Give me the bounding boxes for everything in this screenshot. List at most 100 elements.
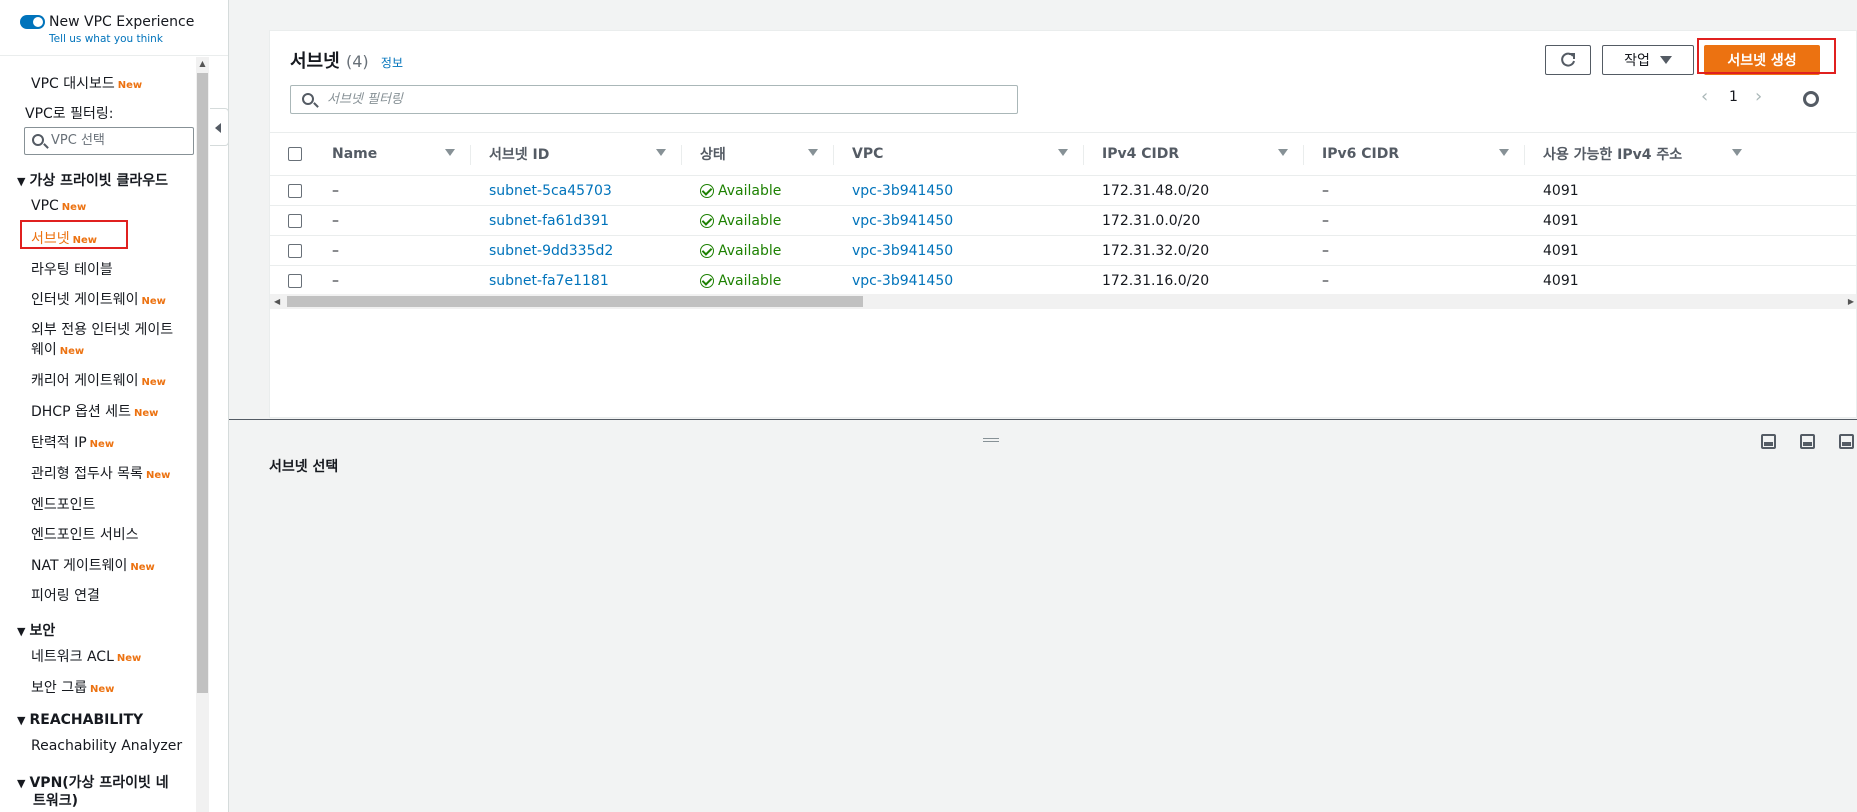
- sidebar-item-label: 관리형 접두사 목록: [31, 466, 143, 482]
- section-security[interactable]: ▼ 보안: [17, 620, 55, 640]
- sidebar-item-label: 인터넷 게이트웨이: [31, 292, 139, 308]
- title-text: 서브넷: [290, 51, 340, 72]
- sidebar-item-nat-gateways[interactable]: NAT 게이트웨이 New: [31, 555, 155, 575]
- toggle-switch-icon[interactable]: [20, 15, 45, 29]
- column-header-ipv6-cidr[interactable]: IPv6 CIDR: [1304, 132, 1525, 176]
- subnet-filter-input[interactable]: 서브넷 필터링: [290, 85, 1018, 114]
- split-panel-title: 서브넷 선택: [269, 459, 339, 475]
- cell-name: –: [314, 175, 471, 206]
- sidebar-item-elastic-ips[interactable]: 탄력적 IP New: [31, 432, 114, 452]
- panel-full-position-icon[interactable]: [1839, 434, 1854, 449]
- cell-state: Available: [682, 175, 834, 206]
- sidebar-item-internet-gateways[interactable]: 인터넷 게이트웨이 New: [31, 289, 166, 309]
- sidebar-item-peering[interactable]: 피어링 연결: [31, 585, 100, 605]
- cell-ipv4-cidr: 172.31.48.0/20: [1084, 175, 1304, 206]
- section-vpn-cont[interactable]: 트워크): [33, 790, 78, 810]
- sidebar-item-label: NAT 게이트웨이: [31, 558, 128, 574]
- cell-available-ipv4: 4091: [1525, 265, 1856, 296]
- sidebar-item-egress-only-gateways[interactable]: 외부 전용 인터넷 게이트: [31, 319, 173, 339]
- scroll-right-icon[interactable]: ▶: [1848, 294, 1854, 309]
- table-row[interactable]: – subnet-9dd335d2 Available vpc-3b941450…: [270, 235, 1856, 266]
- search-placeholder: 서브넷 필터링: [327, 92, 403, 107]
- sidebar-item-security-groups[interactable]: 보안 그룹 New: [31, 677, 114, 697]
- new-badge: New: [61, 202, 87, 213]
- sidebar-item-vpc-dashboard[interactable]: VPC 대시보드 New: [31, 73, 142, 93]
- page-number[interactable]: 1: [1729, 89, 1738, 105]
- caret-down-icon: ▼: [17, 175, 26, 188]
- column-header-vpc[interactable]: VPC: [834, 132, 1084, 176]
- cell-state: Available: [682, 235, 834, 266]
- new-badge: New: [133, 408, 159, 419]
- cell-ipv6-cidr: –: [1304, 175, 1525, 206]
- actions-dropdown-button[interactable]: 작업: [1602, 45, 1694, 75]
- check-circle-icon: [700, 243, 714, 258]
- cell-subnet-id[interactable]: subnet-9dd335d2: [471, 235, 682, 266]
- cell-subnet-id[interactable]: subnet-fa7e1181: [471, 265, 682, 296]
- subnets-table-panel: 서브넷 (4) 정보 작업 서브넷 생성 서브넷 필터링 ‹ 1 › Name: [269, 30, 1857, 418]
- caret-down-icon: ▼: [17, 714, 26, 727]
- resize-handle-icon[interactable]: [983, 438, 999, 442]
- select-all-checkbox[interactable]: [288, 147, 302, 161]
- info-link[interactable]: 정보: [381, 56, 403, 70]
- row-checkbox[interactable]: [288, 183, 302, 198]
- cell-vpc[interactable]: vpc-3b941450: [834, 265, 1084, 296]
- next-page-button[interactable]: ›: [1755, 86, 1762, 107]
- sidebar-item-reachability-analyzer[interactable]: Reachability Analyzer: [31, 738, 182, 754]
- sidebar-item-endpoints[interactable]: 엔드포인트: [31, 494, 95, 514]
- sidebar-item-prefix-lists[interactable]: 관리형 접두사 목록 New: [31, 463, 170, 483]
- new-badge: New: [130, 562, 155, 573]
- sidebar-item-label: VPC: [31, 198, 59, 214]
- sort-icon: [1499, 149, 1509, 156]
- sidebar-item-label: 캐리어 게이트웨이: [31, 373, 139, 389]
- new-vpc-experience-toggle[interactable]: New VPC Experience: [20, 14, 228, 30]
- cell-available-ipv4: 4091: [1525, 235, 1856, 266]
- section-reachability[interactable]: ▼ REACHABILITY: [17, 712, 143, 728]
- sidebar-item-carrier-gateways[interactable]: 캐리어 게이트웨이 New: [31, 370, 166, 390]
- cell-subnet-id[interactable]: subnet-fa61d391: [471, 205, 682, 236]
- column-header-name[interactable]: Name: [314, 132, 471, 176]
- scrollbar-thumb[interactable]: [287, 296, 863, 307]
- row-checkbox[interactable]: [288, 213, 302, 228]
- collapse-sidebar-button[interactable]: [210, 108, 229, 146]
- sidebar-item-network-acls[interactable]: 네트워크 ACL New: [31, 646, 141, 666]
- cell-subnet-id[interactable]: subnet-5ca45703: [471, 175, 682, 206]
- section-vpn[interactable]: ▼ VPN(가상 프라이빗 네: [17, 772, 169, 792]
- feedback-link[interactable]: Tell us what you think: [49, 33, 228, 45]
- cell-state: Available: [682, 205, 834, 236]
- sidebar-item-dhcp-options[interactable]: DHCP 옵션 세트 New: [31, 401, 158, 421]
- sidebar-item-endpoint-services[interactable]: 엔드포인트 서비스: [31, 524, 139, 544]
- column-header-subnet-id[interactable]: 서브넷 ID: [471, 132, 682, 176]
- highlight-box-subnets: [20, 220, 128, 249]
- cell-state: Available: [682, 265, 834, 296]
- sidebar-item-egress-only-gateways-cont[interactable]: 웨이 New: [31, 339, 84, 359]
- check-circle-icon: [700, 183, 714, 198]
- cell-vpc[interactable]: vpc-3b941450: [834, 205, 1084, 236]
- section-vpc[interactable]: ▼ 가상 프라이빗 클라우드: [17, 170, 168, 190]
- column-header-state[interactable]: 상태: [682, 132, 834, 176]
- column-header-ipv4-cidr[interactable]: IPv4 CIDR: [1084, 132, 1304, 176]
- row-checkbox[interactable]: [288, 273, 302, 288]
- prev-page-button[interactable]: ‹: [1701, 86, 1708, 107]
- sidebar-item-route-tables[interactable]: 라우팅 테이블: [31, 259, 113, 279]
- vpc-filter-label: VPC로 필터링:: [25, 106, 114, 122]
- column-label: VPC: [852, 146, 884, 162]
- caret-down-icon: ▼: [17, 625, 26, 638]
- table-horizontal-scrollbar[interactable]: ◀ ▶: [270, 294, 1856, 309]
- table-row[interactable]: – subnet-5ca45703 Available vpc-3b941450…: [270, 175, 1856, 206]
- refresh-button[interactable]: [1545, 45, 1591, 75]
- row-checkbox[interactable]: [288, 243, 302, 258]
- column-header-available-ipv4[interactable]: 사용 가능한 IPv4 주소: [1525, 132, 1856, 176]
- cell-vpc[interactable]: vpc-3b941450: [834, 175, 1084, 206]
- panel-side-position-icon[interactable]: [1800, 434, 1815, 449]
- cell-vpc[interactable]: vpc-3b941450: [834, 235, 1084, 266]
- column-label: 서브넷 ID: [489, 147, 550, 163]
- table-row[interactable]: – subnet-fa61d391 Available vpc-3b941450…: [270, 205, 1856, 236]
- sidebar-item-vpc[interactable]: VPC New: [31, 198, 86, 214]
- scroll-left-icon[interactable]: ◀: [274, 294, 280, 309]
- cell-ipv4-cidr: 172.31.0.0/20: [1084, 205, 1304, 236]
- vpc-filter-select[interactable]: VPC 선택: [24, 127, 194, 155]
- table-row[interactable]: – subnet-fa7e1181 Available vpc-3b941450…: [270, 265, 1856, 296]
- actions-label: 작업: [1624, 53, 1650, 69]
- panel-bottom-position-icon[interactable]: [1761, 434, 1776, 449]
- gear-icon[interactable]: [1803, 91, 1819, 107]
